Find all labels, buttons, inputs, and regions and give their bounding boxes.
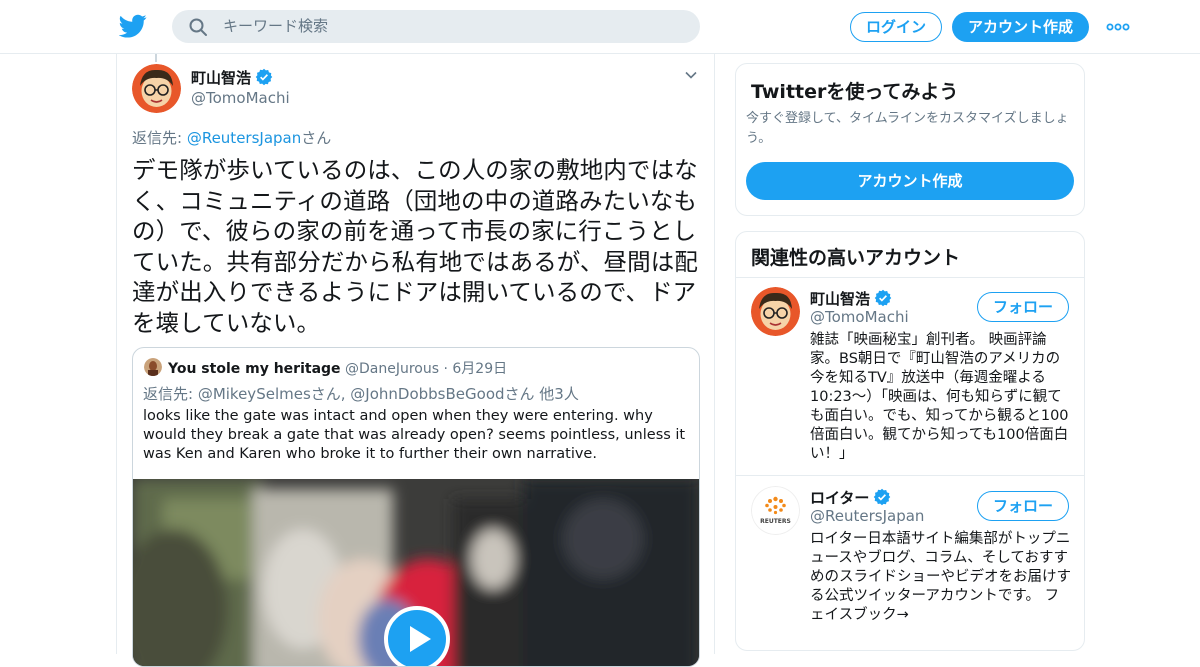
reply-context: 返信先: @ReutersJapanさん	[132, 127, 331, 148]
header-separator: ·	[443, 361, 448, 377]
account-handle[interactable]: @TomoMachi	[810, 308, 909, 326]
reuters-logo-icon: REUTERS	[751, 486, 800, 535]
account-name[interactable]: 町山智浩	[810, 288, 892, 309]
tweet-author-name[interactable]: 町山智浩	[191, 67, 273, 88]
account-name-text[interactable]: 町山智浩	[810, 290, 870, 308]
cartoon-avatar-icon	[132, 64, 181, 113]
chevron-down-icon[interactable]	[684, 68, 698, 82]
account-name[interactable]: ロイター	[810, 487, 891, 508]
quoted-author-handle[interactable]: @DaneJurous	[345, 361, 439, 377]
quoted-author-avatar	[144, 358, 162, 376]
verified-badge-icon	[874, 488, 891, 506]
verified-badge-icon	[255, 68, 273, 86]
portrait-avatar-icon	[144, 358, 162, 376]
more-options-icon[interactable]	[1106, 17, 1130, 37]
quoted-tweet-header: You stole my heritage @DaneJurous · 6月29…	[168, 358, 507, 378]
thread-connector-line	[155, 54, 157, 62]
quoted-reply-context: 返信先: @MikeySelmesさん, @JohnDobbsBeGoodさん …	[143, 385, 579, 403]
login-button[interactable]: ログイン	[850, 12, 942, 42]
quoted-tweet-card[interactable]: You stole my heritage @DaneJurous · 6月29…	[132, 347, 700, 667]
quoted-author-name[interactable]: You stole my heritage	[168, 361, 341, 377]
reply-suffix: さん	[301, 129, 332, 147]
account-bio: ロイター日本語サイト編集部がトップニュースやブログ、コラム、そしておすすめのスラ…	[810, 531, 1071, 623]
search-bar[interactable]: キーワード検索	[172, 10, 700, 43]
reply-prefix: 返信先:	[132, 129, 187, 147]
account-name-text[interactable]: ロイター	[810, 489, 869, 507]
search-icon	[189, 18, 207, 36]
reuters-logo-text: REUTERS	[760, 518, 791, 525]
author-name-text[interactable]: 町山智浩	[191, 69, 251, 87]
signup-card-description: 今すぐ登録して、タイムラインをカスタマイズしましょう。	[746, 111, 1069, 146]
cartoon-avatar-icon	[751, 287, 800, 336]
tweet-text: デモ隊が歩いているのは、この人の家の敷地内ではなく、コミュニティの道路（団地の中…	[132, 156, 698, 337]
avatar[interactable]	[132, 64, 181, 113]
follow-button[interactable]: フォロー	[977, 292, 1069, 322]
tweet-permalink-column: 町山智浩 @TomoMachi 返信先: @ReutersJapanさん デモ隊…	[116, 54, 715, 667]
signup-card-title: Twitterを使ってみよう	[751, 81, 959, 103]
account-bio: 雑誌「映画秘宝」創刊者。 映画評論家。BS朝日で『町山智浩のアメリカの今を知るT…	[810, 332, 1069, 462]
tweet-author-handle[interactable]: @TomoMachi	[191, 89, 290, 107]
play-button-icon[interactable]	[383, 605, 451, 667]
reply-mention-link[interactable]: @ReutersJapan	[187, 129, 301, 147]
signup-button[interactable]: アカウント作成	[952, 12, 1089, 42]
quoted-tweet-text: looks like the gate was intact and open …	[143, 408, 686, 462]
top-navigation-bar: キーワード検索 ログイン アカウント作成	[0, 0, 1200, 54]
related-accounts-card: 関連性の高いアカウント 町山智浩 @TomoMachi フォロー 雑誌「映画秘宝…	[735, 231, 1085, 651]
account-item[interactable]: 町山智浩 @TomoMachi フォロー 雑誌「映画秘宝」創刊者。 映画評論家。…	[736, 277, 1084, 474]
avatar[interactable]	[751, 287, 800, 336]
twitter-bird-logo-icon[interactable]	[119, 12, 147, 40]
signup-card-button[interactable]: アカウント作成	[746, 162, 1074, 200]
video-thumbnail[interactable]	[133, 479, 699, 667]
account-handle[interactable]: @ReutersJapan	[810, 507, 924, 525]
quoted-tweet-date[interactable]: 6月29日	[452, 361, 507, 377]
verified-badge-icon	[874, 289, 892, 307]
avatar[interactable]: REUTERS	[751, 486, 800, 535]
related-accounts-title: 関連性の高いアカウント	[751, 247, 961, 269]
follow-button[interactable]: フォロー	[977, 491, 1069, 521]
account-item[interactable]: REUTERS ロイター @ReutersJapan フォロー ロイター日本語サ…	[736, 476, 1084, 650]
signup-promo-card: Twitterを使ってみよう 今すぐ登録して、タイムラインをカスタマイズしましょ…	[735, 63, 1085, 216]
search-input[interactable]: キーワード検索	[223, 17, 328, 36]
